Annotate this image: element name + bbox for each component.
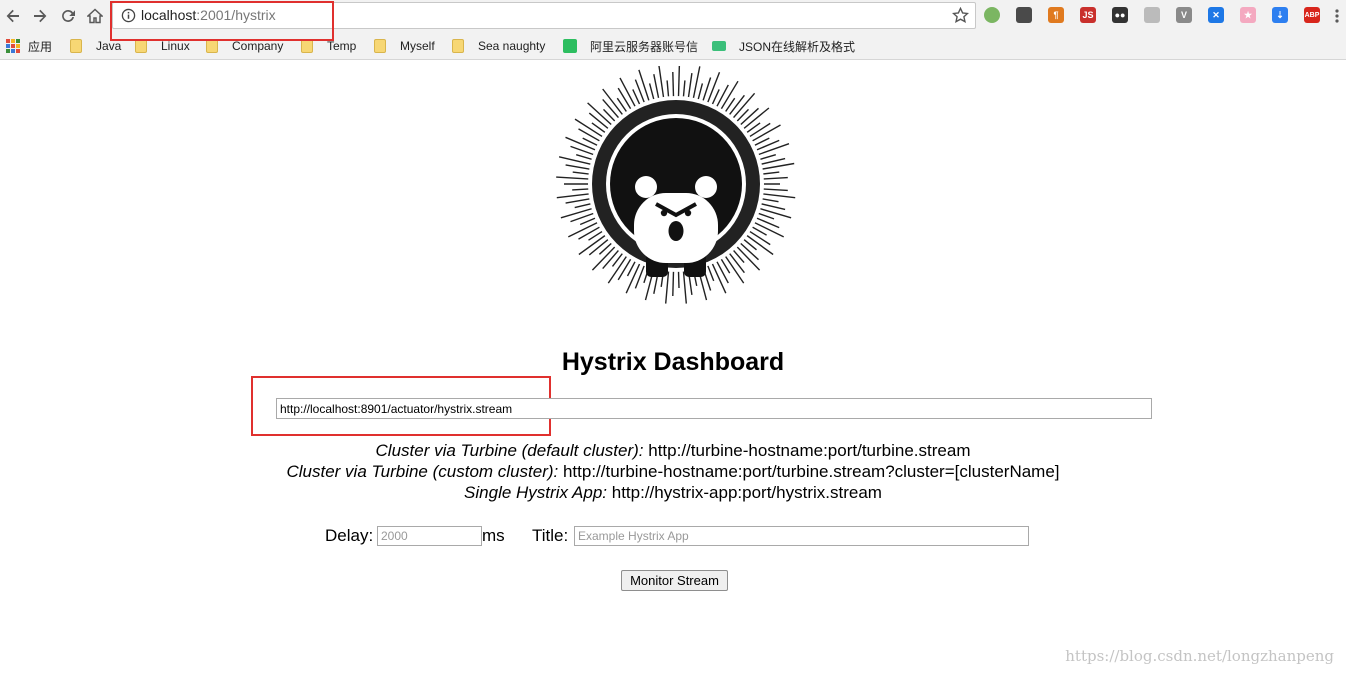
bookmark-label: Java (96, 39, 122, 53)
proxy-icon[interactable]: ✕ (1208, 7, 1224, 23)
hint-custom-cluster: Cluster via Turbine (custom cluster): ht… (0, 462, 1346, 482)
bookmark-aliyun[interactable]: 阿里云服务器账号信 (563, 38, 698, 54)
back-arrow-icon[interactable] (2, 5, 24, 27)
bookmark-star-icon[interactable] (952, 7, 969, 24)
reload-icon[interactable] (57, 5, 79, 27)
bookmark-apps[interactable]: 应用 (6, 38, 52, 54)
evernote-icon (563, 39, 577, 53)
delay-label: Delay: (325, 526, 374, 545)
pilcrow-icon[interactable]: ¶ (1048, 7, 1064, 23)
home-icon[interactable] (84, 5, 106, 27)
bookmark-label: JSON在线解析及格式 (739, 39, 856, 54)
tampermonkey-icon[interactable]: ●● (1112, 7, 1128, 23)
folder-icon (135, 39, 147, 53)
folder-icon (70, 39, 82, 53)
stream-url-input[interactable] (276, 398, 1152, 419)
annotation-box-url (110, 1, 334, 41)
green-circle-icon[interactable] (984, 7, 1000, 23)
hint-label: Single Hystrix App: (464, 483, 608, 502)
bookmark-label: Linux (161, 39, 190, 53)
bookmark-label: Temp (327, 39, 357, 53)
feather-icon[interactable] (1144, 7, 1160, 23)
hint-default-cluster: Cluster via Turbine (default cluster): h… (0, 441, 1346, 461)
bookmark-label: Sea naughty (478, 39, 546, 53)
hint-value: http://turbine-hostname:port/turbine.str… (558, 462, 1060, 481)
hint-single-app: Single Hystrix App: http://hystrix-app:p… (0, 483, 1346, 503)
folder-icon (452, 39, 464, 53)
delay-input[interactable] (377, 526, 482, 546)
hint-label: Cluster via Turbine (default cluster): (375, 441, 644, 460)
hystrix-hedgehog-logo (556, 66, 796, 304)
js-icon[interactable]: JS (1080, 7, 1096, 23)
watermark: https://blog.csdn.net/longzhanpeng (1065, 647, 1334, 665)
hint-value: http://hystrix-app:port/hystrix.stream (607, 483, 882, 502)
bookmark-label: 阿里云服务器账号信 (590, 39, 699, 54)
json-icon (712, 41, 726, 51)
folder-icon (301, 39, 313, 53)
page-title: Hystrix Dashboard (561, 348, 785, 376)
folder-icon (206, 39, 218, 53)
hint-label: Cluster via Turbine (custom cluster): (286, 462, 559, 481)
delay-unit: ms (482, 526, 505, 545)
evernote-icon[interactable] (1016, 7, 1032, 23)
bookmark-label: Company (232, 39, 284, 53)
bookmark-sea-naughty[interactable]: Sea naughty (452, 38, 545, 54)
bookmark-label: 应用 (28, 39, 53, 54)
options-row: Delay: ms Title: (0, 525, 1346, 549)
star-ext-icon[interactable]: ★ (1240, 7, 1256, 23)
bookmark-label: Myself (400, 39, 435, 53)
title-input[interactable] (574, 526, 1029, 546)
bookmark-myself[interactable]: Myself (374, 38, 435, 54)
vue-icon[interactable]: V (1176, 7, 1192, 23)
hint-value: http://turbine-hostname:port/turbine.str… (643, 441, 971, 460)
menu-dots-icon[interactable] (1330, 5, 1344, 27)
forward-arrow-icon[interactable] (29, 5, 51, 27)
apps-grid-icon (6, 39, 20, 53)
pocket-icon[interactable]: ⇣ (1272, 7, 1288, 23)
bookmark-json[interactable]: JSON在线解析及格式 (712, 38, 855, 54)
folder-icon (374, 39, 386, 53)
monitor-stream-button[interactable]: Monitor Stream (621, 570, 728, 591)
title-label: Title: (532, 526, 569, 545)
adblock-icon[interactable]: ABP (1304, 7, 1320, 23)
